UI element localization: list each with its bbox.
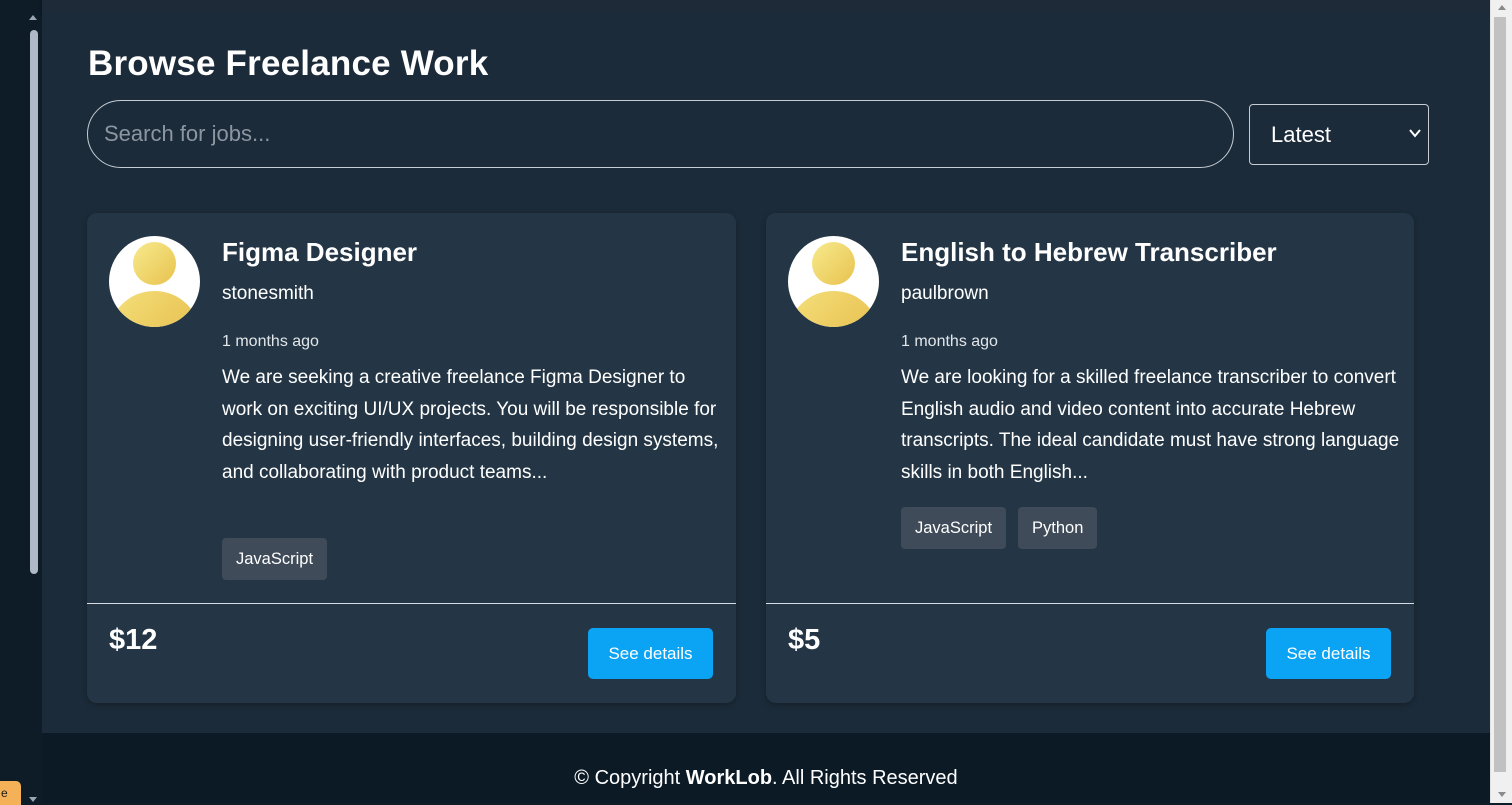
scroll-up-arrow-icon[interactable] xyxy=(1498,5,1506,10)
job-title[interactable]: Figma Designer xyxy=(222,237,417,268)
tag-list: JavaScript xyxy=(222,538,328,580)
job-card: Figma Designer stonesmith 1 months ago W… xyxy=(87,213,736,703)
brand-name[interactable]: WorkLob xyxy=(686,767,772,789)
sort-selected-value: Latest xyxy=(1271,122,1331,147)
top-bar xyxy=(42,0,1490,12)
footer: © Copyright WorkLob. All Rights Reserved xyxy=(42,733,1490,803)
skill-tag: JavaScript xyxy=(222,538,328,580)
job-card: English to Hebrew Transcriber paulbrown … xyxy=(766,213,1414,703)
page-scrollbar[interactable] xyxy=(1490,0,1512,803)
page-scrollbar-thumb[interactable] xyxy=(1494,17,1506,772)
see-details-button[interactable]: See details xyxy=(588,628,713,679)
card-divider xyxy=(87,603,736,604)
search-input[interactable] xyxy=(87,100,1234,168)
job-username: stonesmith xyxy=(222,283,314,304)
user-avatar-icon xyxy=(109,236,200,327)
skill-tag: JavaScript xyxy=(901,507,1007,549)
job-description: We are seeking a creative freelance Figm… xyxy=(222,367,719,483)
main-content: Browse Freelance Work Latest Figma Desig… xyxy=(42,12,1490,733)
copyright-suffix: . All Rights Reserved xyxy=(772,767,958,789)
scroll-down-arrow-icon[interactable] xyxy=(29,797,37,802)
job-title[interactable]: English to Hebrew Transcriber xyxy=(901,237,1277,268)
card-divider xyxy=(766,603,1414,604)
job-username: paulbrown xyxy=(901,283,989,304)
job-description: We are looking for a skilled freelance t… xyxy=(901,367,1400,483)
copyright-prefix: © Copyright xyxy=(574,767,686,789)
corner-chip[interactable]: e xyxy=(0,781,21,805)
scroll-down-arrow-icon[interactable] xyxy=(1498,792,1506,797)
chevron-down-icon xyxy=(1409,129,1421,138)
job-price: $5 xyxy=(788,624,821,656)
sort-select[interactable]: Latest xyxy=(1249,104,1429,165)
job-price: $12 xyxy=(109,624,158,656)
left-sidebar xyxy=(0,0,42,803)
sidebar-scrollbar-thumb[interactable] xyxy=(30,30,38,574)
copyright-text: © Copyright WorkLob. All Rights Reserved xyxy=(42,767,1490,790)
tag-list: JavaScript Python xyxy=(901,507,1098,549)
user-avatar-icon xyxy=(788,236,879,327)
page-title: Browse Freelance Work xyxy=(88,44,489,83)
job-posted-date: 1 months ago xyxy=(222,333,319,350)
see-details-button[interactable]: See details xyxy=(1266,628,1391,679)
scroll-up-arrow-icon[interactable] xyxy=(29,15,37,20)
job-posted-date: 1 months ago xyxy=(901,333,998,350)
skill-tag: Python xyxy=(1018,507,1098,549)
